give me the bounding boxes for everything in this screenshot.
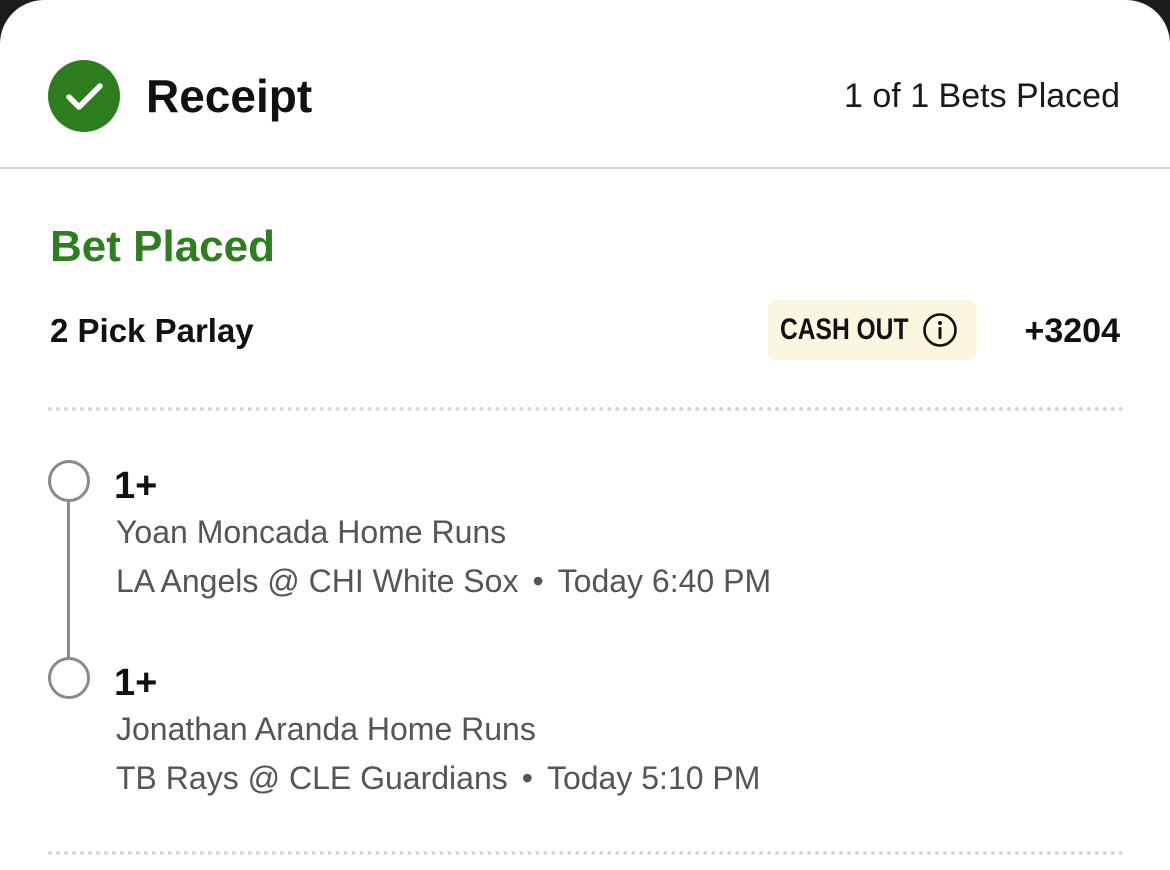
leg-2-marker [48, 657, 90, 699]
leg-timeline-connector [67, 498, 70, 660]
receipt-sheet: Receipt 1 of 1 Bets Placed Bet Placed 2 … [0, 0, 1170, 870]
receipt-header: Receipt 1 of 1 Bets Placed [0, 0, 1170, 169]
leg-1-marker [48, 460, 90, 502]
parlay-title: 2 Pick Parlay [50, 312, 254, 349]
cash-out-label: CASH OUT [780, 313, 909, 346]
bet-status: Bet Placed [50, 222, 275, 271]
leg-2-matchup: TB Rays @ CLE Guardians [116, 760, 508, 796]
cash-out-badge[interactable]: CASH OUT [768, 300, 977, 360]
leg-2-market: Jonathan Aranda Home Runs [116, 711, 536, 747]
leg-1-selection: 1+ [114, 465, 158, 507]
leg-1-time: Today 6:40 PM [557, 563, 772, 599]
leg-2-separator: • [521, 760, 533, 796]
leg-2-details: TB Rays @ CLE Guardians • Today 5:10 PM [116, 758, 760, 798]
bets-placed-count: 1 of 1 Bets Placed [844, 77, 1120, 115]
page-title: Receipt [146, 70, 313, 122]
leg-1-details: LA Angels @ CHI White Sox • Today 6:40 PM [116, 561, 771, 601]
check-circle-icon [48, 60, 120, 132]
leg-1-market: Yoan Moncada Home Runs [116, 514, 507, 550]
leg-1-separator: • [532, 563, 544, 599]
leg-1-matchup: LA Angels @ CHI White Sox [116, 563, 519, 599]
parlay-odds: +3204 [1024, 312, 1121, 350]
divider [48, 407, 1124, 411]
info-icon[interactable] [922, 312, 958, 348]
leg-2-time: Today 5:10 PM [546, 760, 761, 796]
leg-2-selection: 1+ [114, 662, 158, 704]
divider-bottom [48, 851, 1124, 855]
